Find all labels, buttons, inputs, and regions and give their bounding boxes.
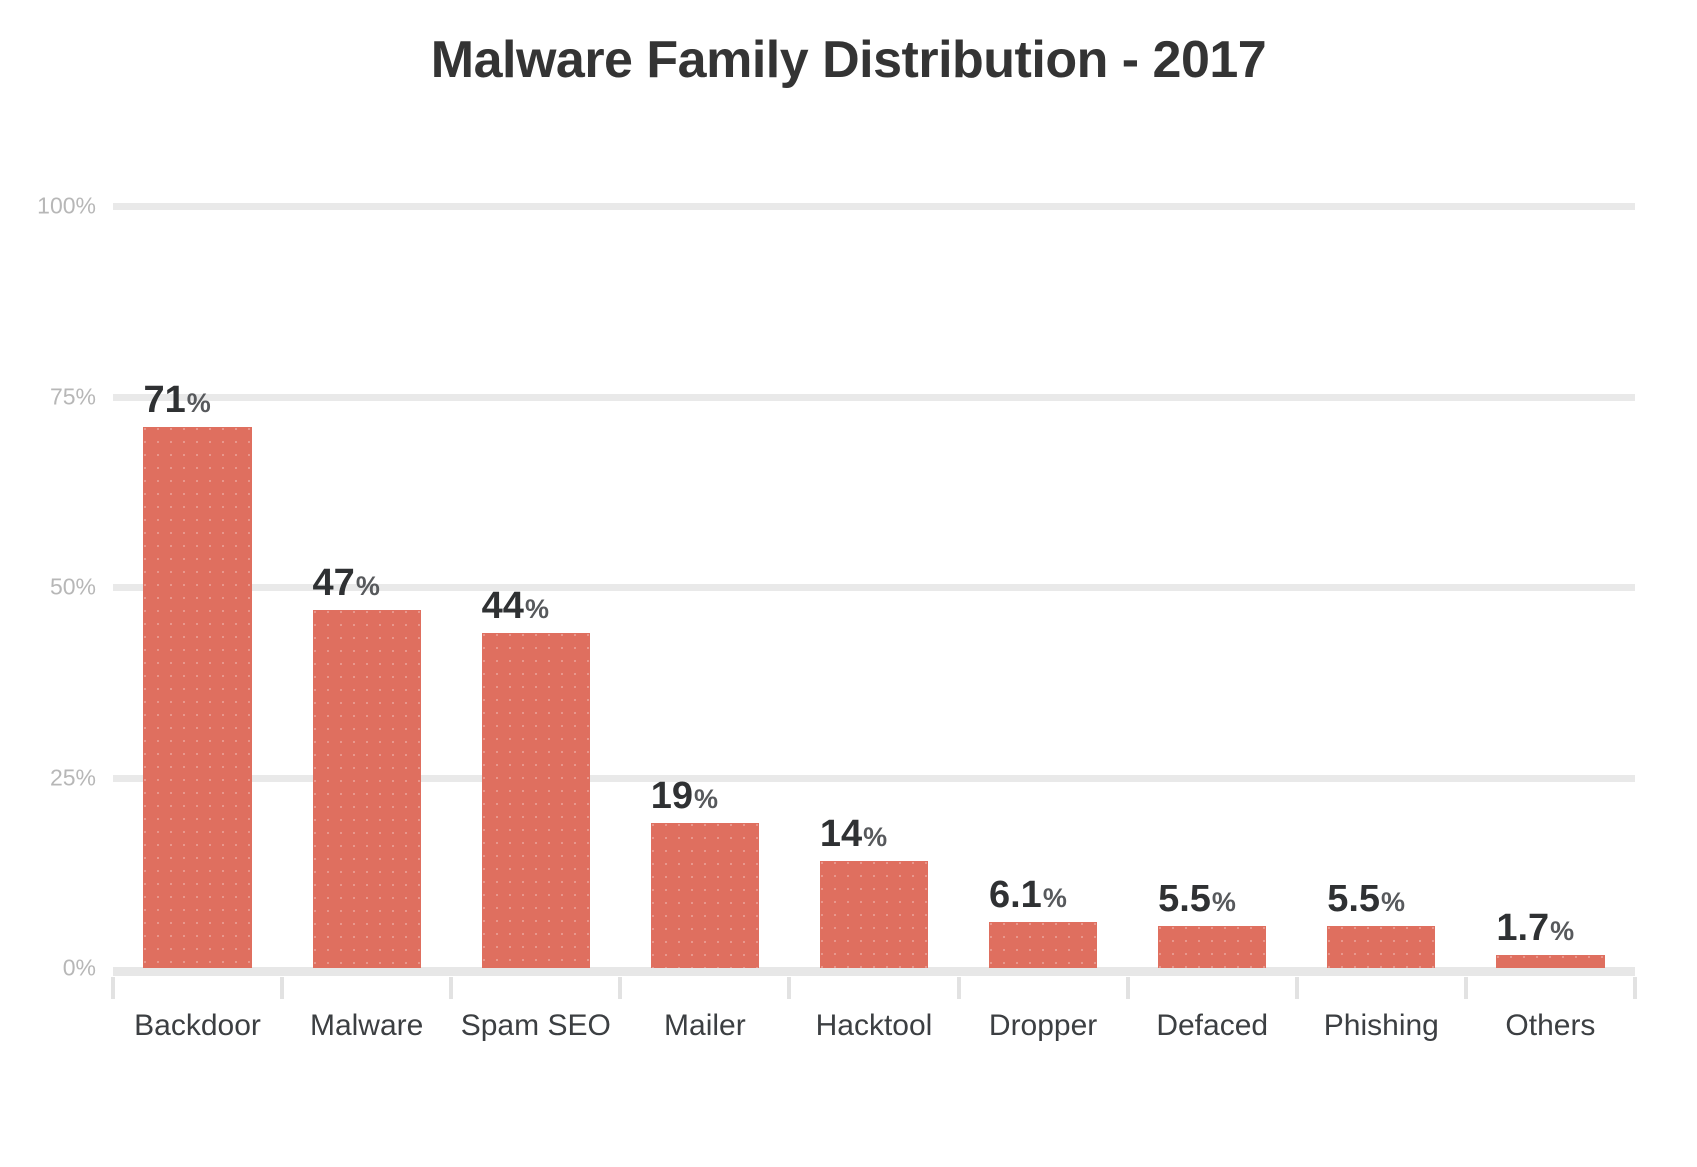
bar-value-label: 5.5%	[1158, 880, 1236, 918]
bar-value-number: 1.7	[1496, 907, 1550, 950]
y-axis-tick-label: 50%	[49, 573, 96, 600]
bar[interactable]: 44%	[481, 587, 590, 968]
bar-value-percent-sign: %	[355, 570, 380, 601]
bar[interactable]: 6.1%	[988, 876, 1098, 968]
x-axis: Backdoor Malware Spam SEO Mailer Hacktool Dro…	[110, 977, 1638, 1097]
bar-value-label: 71%	[143, 381, 210, 419]
bar-series: 71% 47% 44% 19% 14% 6.1% 5.5% 5.5% 1.7%	[113, 206, 1635, 968]
bar-value-label: 6.1%	[989, 876, 1067, 914]
bar-value-percent-sign: %	[1550, 916, 1575, 947]
bar-value-percent-sign: %	[863, 822, 888, 853]
bar[interactable]: 5.5%	[1158, 880, 1267, 968]
bar-slot: 14%	[789, 206, 958, 968]
y-axis-tick-label: 100%	[37, 192, 96, 219]
bar-slot: 71%	[113, 206, 282, 968]
bar-value-number: 6.1	[988, 873, 1042, 916]
y-axis-tick-label: 25%	[49, 764, 96, 790]
x-axis-category-label: Dropper	[988, 1009, 1098, 1042]
bar-value-label: 47%	[313, 564, 380, 602]
bar-value-number: 44	[481, 584, 524, 627]
bar-value-percent-sign: %	[1211, 887, 1236, 918]
bar-value-number: 14	[819, 813, 863, 856]
x-axis-tick	[110, 977, 282, 999]
bar-value-percent-sign: %	[1042, 882, 1067, 913]
x-axis-tick	[956, 977, 1128, 999]
x-axis-category-label: Phishing	[1323, 1009, 1439, 1042]
bar-value-label: 19%	[651, 777, 718, 815]
x-axis-tick	[787, 977, 958, 999]
x-axis-category-label: Others	[1505, 1009, 1596, 1042]
bar[interactable]: 1.7%	[1496, 909, 1605, 968]
bar[interactable]: 71%	[143, 381, 252, 968]
chart-title: Malware Family Distribution - 2017	[430, 31, 1267, 89]
y-axis-tick-label: 0%	[62, 954, 96, 981]
bar-value-number: 47	[312, 561, 355, 604]
x-axis-category-label: Hacktool	[815, 1009, 933, 1042]
bar[interactable]: 47%	[312, 564, 421, 968]
x-axis-category-label: Malware	[309, 1009, 424, 1042]
x-axis-ticks	[110, 977, 1638, 999]
bar-value-number: 5.5	[1158, 878, 1211, 921]
bar[interactable]: 14%	[819, 815, 929, 968]
bar-value-label: 5.5%	[1327, 880, 1405, 918]
bar-value-number: 71	[143, 378, 186, 421]
x-axis-tick	[1294, 977, 1466, 999]
x-axis-category-label: Backdoor	[134, 1009, 261, 1042]
x-axis-tick	[449, 977, 620, 999]
bar-value-label: 44%	[482, 587, 549, 625]
bar-value-number: 19	[650, 775, 694, 818]
plot-area: 100% 75% 50% 25% 0% 71% 47% 44% 19% 14% 6.1% 5.5% 5…	[37, 193, 1635, 981]
x-axis-category-label: Spam SEO	[460, 1009, 611, 1042]
gridline-0	[113, 967, 1635, 976]
bar-chart: Malware Family Distribution - 2017 100% 7…	[0, 0, 1697, 1167]
bar-slot: 1.7%	[1466, 206, 1635, 968]
bar[interactable]: 19%	[650, 777, 759, 968]
x-axis-category-label: Defaced	[1156, 1009, 1269, 1042]
y-axis-tick-label: 75%	[49, 383, 96, 409]
bar-value-label: 1.7%	[1496, 909, 1574, 947]
x-axis-tick	[1125, 977, 1297, 999]
bar-slot: 5.5%	[1128, 206, 1297, 968]
bar-value-percent-sign: %	[524, 593, 549, 624]
bar-slot: 47%	[282, 206, 451, 968]
bar-value-percent-sign: %	[1381, 887, 1406, 918]
x-axis-labels: Backdoor Malware Spam SEO Mailer Hacktool Dro…	[113, 1009, 1635, 1043]
x-axis-tick	[618, 977, 789, 999]
x-axis-tick	[1463, 977, 1638, 999]
bar-slot: 6.1%	[959, 206, 1128, 968]
bar-value-label: 14%	[820, 815, 887, 853]
x-axis-tick	[280, 977, 451, 999]
bar-slot: 19%	[620, 206, 789, 968]
bar-slot: 44%	[451, 206, 620, 968]
bar-slot: 5.5%	[1297, 206, 1466, 968]
bar[interactable]: 5.5%	[1327, 880, 1436, 968]
bar-value-number: 5.5	[1327, 878, 1381, 921]
bar-value-percent-sign: %	[694, 784, 719, 815]
bar-value-percent-sign: %	[186, 387, 211, 418]
x-axis-category-label: Mailer	[664, 1009, 746, 1042]
